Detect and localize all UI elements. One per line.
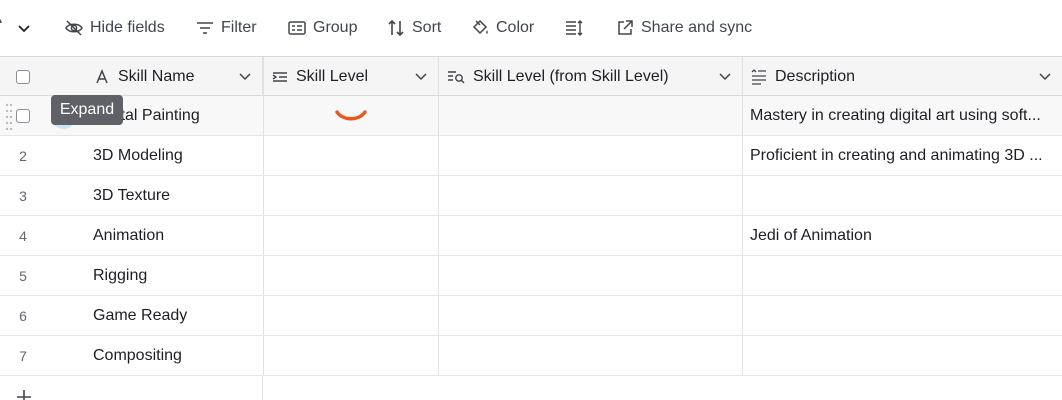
skill-name: Compositing [93,346,182,364]
skill-level-lookup-cell[interactable] [439,136,743,175]
description-cell[interactable]: Mastery in creating digital art using so… [743,96,1062,135]
chevron-down-icon[interactable] [16,20,32,36]
column-header-skill-level-lookup[interactable]: Skill Level (from Skill Level) [439,57,743,96]
description-text: Proficient in creating and animating 3D … [750,146,1043,164]
row-number: 6 [19,307,27,324]
grid-header: Skill Name Skill Level Skill Level (from… [0,56,1062,96]
skill-level-lookup-cell[interactable] [439,256,743,295]
skill-level-cell[interactable] [263,136,439,175]
skill-level-lookup-cell[interactable] [439,96,743,135]
table-row[interactable]: 7 Compositing [0,336,1062,376]
skill-level-cell[interactable] [263,96,439,135]
skill-name-cell[interactable]: Game Ready [88,296,263,335]
skill-name: Game Ready [93,306,188,324]
row-number: 3 [19,187,27,204]
color-button[interactable]: Color [470,16,534,40]
skill-name: Animation [93,226,165,244]
hide-fields-label: Hide fields [90,19,165,36]
description-cell[interactable]: Proficient in creating and animating 3D … [743,136,1062,175]
group-button[interactable]: Group [287,16,357,40]
description-cell[interactable]: Jedi of Animation [743,216,1062,255]
link-record-icon [272,71,287,82]
skill-name: 3D Texture [93,186,171,204]
skill-name-cell[interactable]: Rigging [88,256,263,295]
share-sync-label: Share and sync [641,19,753,36]
description-cell[interactable] [743,176,1062,215]
row-height-button[interactable] [564,16,584,40]
description-cell[interactable] [743,296,1062,335]
share-sync-button[interactable]: Share and sync [615,16,752,40]
filter-button[interactable]: Filter [195,16,257,40]
chevron-down-icon[interactable] [718,69,732,83]
description-text: Mastery in creating digital art using so… [750,106,1041,124]
sort-icon [388,19,404,37]
long-text-icon [751,68,766,85]
group-icon [288,21,306,35]
hide-fields-button[interactable]: Hide fields [64,16,165,40]
skill-level-lookup-cell[interactable] [439,296,743,335]
row-number: 7 [19,347,27,364]
table-row[interactable]: 6 Game Ready [0,296,1062,336]
description-cell[interactable] [743,256,1062,295]
add-record-row[interactable] [0,376,263,400]
chevron-down-icon[interactable] [238,69,252,83]
row-number: 2 [19,147,27,164]
skill-level-lookup-cell[interactable] [439,176,743,215]
skill-name-cell[interactable]: Animation [88,216,263,255]
filter-label: Filter [221,19,257,36]
description-cell[interactable] [743,336,1062,375]
table-row[interactable]: 3 3D Texture [0,176,1062,216]
column-label: Description [775,67,856,85]
table-row[interactable]: 4 Animation Jedi of Animation [0,216,1062,256]
table-row[interactable]: Digital Painting Mastery in creating dig… [0,96,1062,136]
chevron-down-icon[interactable] [1038,69,1052,83]
skill-name: Rigging [93,266,148,284]
lookup-icon [448,70,465,83]
select-all-checkbox[interactable] [16,69,30,84]
row-number: 4 [19,227,27,244]
column-label: Skill Level [296,67,369,85]
external-share-icon [618,20,633,35]
loading-spinner-icon [335,109,367,120]
table-row[interactable]: 2 3D Modeling Proficient in creating and… [0,136,1062,176]
skill-level-cell[interactable] [263,216,439,255]
filter-icon [197,22,213,34]
column-header-skill-level[interactable]: Skill Level [263,57,439,96]
column-label: Skill Level (from Skill Level) [473,67,669,85]
skill-level-cell[interactable] [263,256,439,295]
view-toolbar: Hide fields Filter Group Sort Color Shar… [0,0,1062,56]
skill-name-cell[interactable]: 3D Modeling [88,136,263,175]
paint-bucket-icon [472,19,488,35]
column-label: Skill Name [118,67,195,85]
skill-level-cell[interactable] [263,336,439,375]
skill-name: 3D Modeling [93,146,183,164]
plus-icon[interactable] [15,388,33,400]
skill-level-lookup-cell[interactable] [439,336,743,375]
row-select-cell[interactable] [0,96,46,135]
skill-level-cell[interactable] [263,176,439,215]
table-row[interactable]: 5 Rigging [0,256,1062,296]
skill-level-lookup-cell[interactable] [439,216,743,255]
row-number: 5 [19,267,27,284]
chevron-down-icon[interactable] [414,69,428,83]
sort-button[interactable]: Sort [386,16,441,40]
skill-name-cell[interactable]: Compositing [88,336,263,375]
sort-label: Sort [412,19,442,36]
select-all-cell[interactable] [0,57,46,96]
partial-icon [0,19,2,24]
column-header-description[interactable]: Description [743,57,1062,96]
data-grid: Skill Name Skill Level Skill Level (from… [0,56,1062,400]
eye-off-icon [65,20,83,36]
group-label: Group [313,19,358,36]
skill-level-cell[interactable] [263,296,439,335]
row-height-icon [566,20,583,36]
column-header-skill-name[interactable]: Skill Name [88,57,263,96]
description-text: Jedi of Animation [750,226,872,244]
expand-tooltip: Expand [51,95,123,125]
text-field-icon [96,68,108,83]
skill-name-cell[interactable]: 3D Texture [88,176,263,215]
row-checkbox[interactable] [16,108,30,123]
color-label: Color [496,19,535,36]
